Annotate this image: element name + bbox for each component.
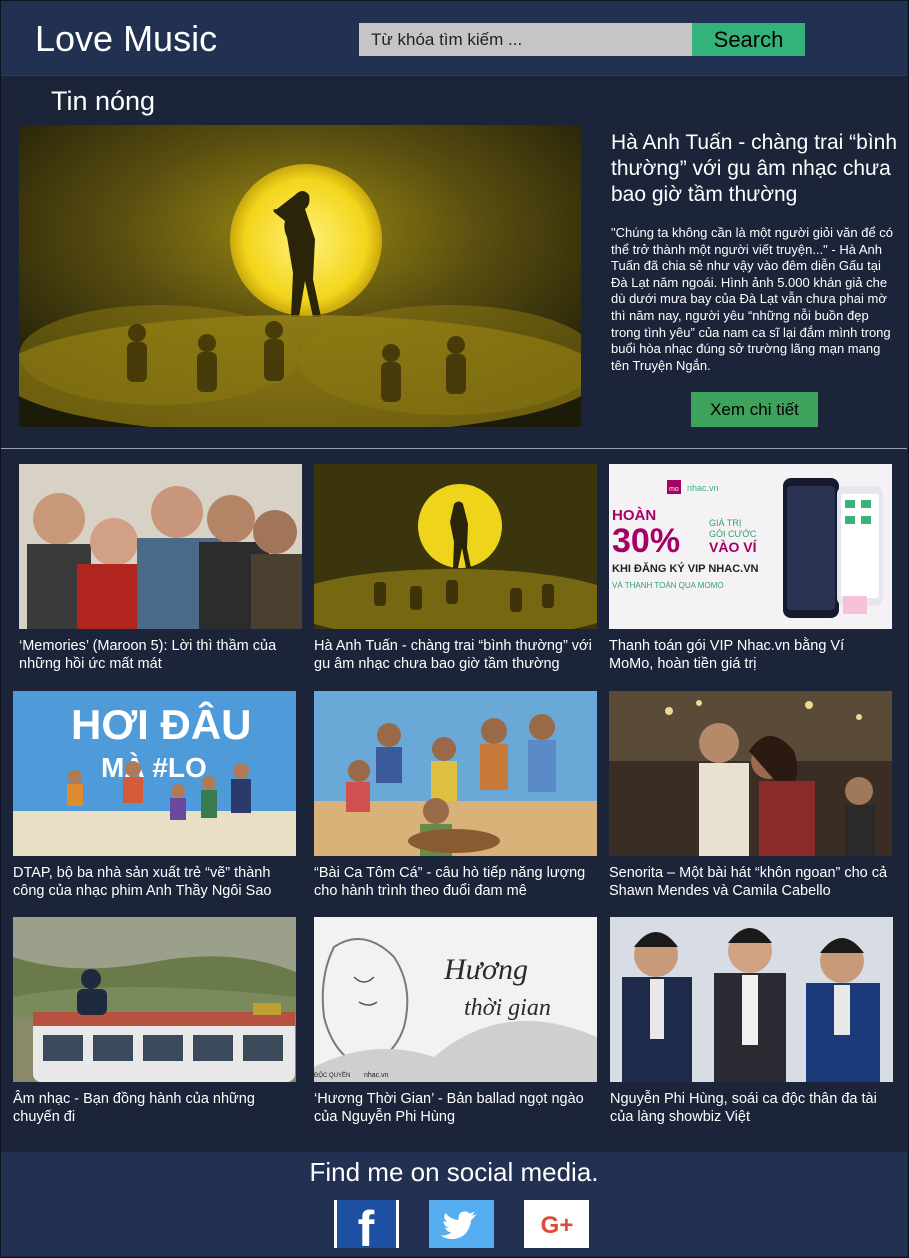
site-logo[interactable]: Love Music	[35, 19, 217, 59]
banner-side-3: VÀO VÍ	[709, 539, 758, 555]
article-title: Senorita – Một bài hát “khôn ngoan” cho …	[609, 865, 888, 899]
article-thumbnail	[19, 464, 302, 629]
svg-text:G+: G+	[541, 1212, 574, 1239]
search-input[interactable]	[359, 23, 693, 56]
svg-text:f: f	[358, 1201, 375, 1248]
article-thumbnail	[314, 691, 597, 856]
google-plus-icon: G+	[524, 1200, 589, 1248]
twitter-link[interactable]	[429, 1200, 494, 1248]
article-thumbnail	[314, 464, 597, 629]
article-thumbnail	[609, 691, 892, 856]
article-card[interactable]: “Bài Ca Tôm Cá” - câu hò tiếp năng lượng…	[314, 691, 597, 900]
article-thumbnail	[610, 917, 893, 1082]
search-button[interactable]: Search	[692, 23, 805, 56]
footer-heading: Find me on social media.	[309, 1157, 599, 1187]
banner-side-1: GIÁ TRỊ	[709, 518, 741, 528]
article-title: ‘Memories’ (Maroon 5): Lời thì thầm của …	[19, 638, 277, 672]
site-header: Love Music Search	[1, 1, 907, 76]
poster-footer-left: ĐỘC QUYỀN	[314, 1072, 350, 1079]
banner-subline: KHI ĐĂNG KÝ VIP NHAC.VN	[612, 562, 759, 575]
article-card[interactable]: HƠI ĐÂU MÀ #LO DTAP, bộ ba nhà sản xuất …	[13, 691, 296, 900]
section-divider	[1, 448, 907, 449]
site-footer: Find me on social media. f G+	[1, 1152, 907, 1257]
article-title: Nguyễn Phi Hùng, soái ca độc thân đa tài…	[610, 1091, 877, 1125]
article-card[interactable]: Senorita – Một bài hát “khôn ngoan” cho …	[609, 691, 892, 900]
poster-line-2: MÀ #LO	[101, 752, 207, 783]
article-thumbnail	[13, 917, 296, 1082]
banner-subline-2: VÀ THANH TOÁN QUA MOMO	[612, 581, 724, 590]
facebook-icon: f	[334, 1200, 399, 1257]
poster-title-2: thời gian	[464, 995, 551, 1021]
hot-news-excerpt: "Chúng ta không cần là một người giỏi vă…	[611, 225, 894, 373]
poster-title-1: Hương	[443, 953, 528, 986]
article-card[interactable]: Hà Anh Tuấn - chàng trai “bình thường” v…	[314, 464, 597, 673]
article-thumbnail: HƠI ĐÂU MÀ #LO	[13, 691, 296, 856]
article-title: Thanh toán gói VIP Nhac.vn bằng Ví MoMo,…	[609, 638, 845, 672]
article-title: “Bài Ca Tôm Cá” - câu hò tiếp năng lượng…	[314, 865, 586, 899]
hot-news-image[interactable]	[19, 125, 581, 427]
twitter-icon	[429, 1200, 494, 1248]
article-title: Âm nhạc - Bạn đồng hành của những chuyến…	[13, 1091, 255, 1125]
facebook-link[interactable]: f	[334, 1200, 399, 1257]
article-title: ‘Hương Thời Gian’ - Bản ballad ngọt ngào…	[314, 1091, 584, 1125]
view-detail-button[interactable]: Xem chi tiết	[691, 392, 818, 427]
article-thumbnail: mo mo nhac.vn HOÀN 30% GIÁ TRỊ GÓI CƯỚC …	[609, 464, 892, 629]
hot-news-title[interactable]: Hà Anh Tuấn - chàng trai “bình thường” v…	[611, 130, 903, 208]
article-title: Hà Anh Tuấn - chàng trai “bình thường” v…	[314, 638, 592, 672]
article-card[interactable]: mo mo nhac.vn HOÀN 30% GIÁ TRỊ GÓI CƯỚC …	[609, 464, 892, 673]
banner-side-2: GÓI CƯỚC	[709, 529, 757, 539]
article-thumbnail: Hương thời gian ĐỘC QUYỀN nhac.vn	[314, 917, 597, 1082]
article-card[interactable]: Âm nhạc - Bạn đồng hành của những chuyến…	[13, 917, 296, 1126]
nhac-brand: nhac.vn	[687, 483, 719, 493]
article-card[interactable]: ‘Memories’ (Maroon 5): Lời thì thầm của …	[19, 464, 302, 673]
article-title: DTAP, bộ ba nhà sản xuất trẻ “vẽ” thành …	[13, 865, 272, 899]
poster-footer-right: nhac.vn	[364, 1072, 389, 1079]
article-card[interactable]: Nguyễn Phi Hùng, soái ca độc thân đa tài…	[610, 917, 893, 1126]
hot-news-heading: Tin nóng	[51, 86, 156, 116]
poster-line-1: HƠI ĐÂU	[71, 700, 252, 748]
article-card[interactable]: Hương thời gian ĐỘC QUYỀN nhac.vn ‘Hương…	[314, 917, 597, 1126]
google-plus-link[interactable]: G+	[524, 1200, 589, 1248]
banner-percent: 30%	[612, 522, 680, 560]
